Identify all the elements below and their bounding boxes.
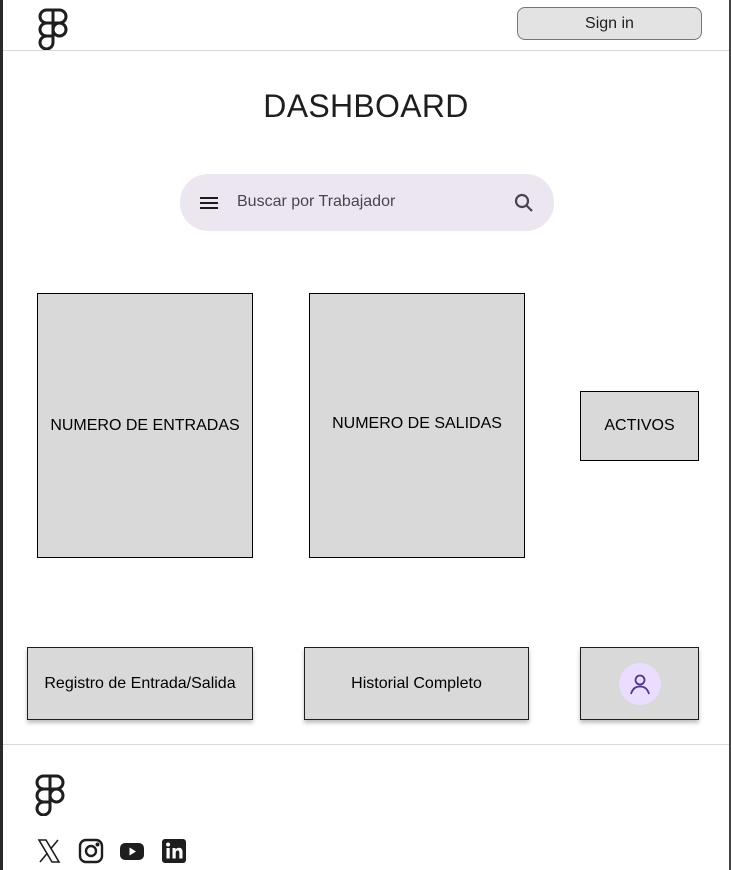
avatar bbox=[618, 662, 661, 705]
figma-logo-icon[interactable] bbox=[34, 774, 66, 816]
instagram-icon[interactable] bbox=[77, 837, 105, 865]
user-profile-button[interactable] bbox=[580, 647, 699, 720]
historial-button-label: Historial Completo bbox=[351, 674, 482, 692]
top-header: Sign in bbox=[3, 0, 729, 51]
activos-card-label: ACTIVOS bbox=[604, 417, 675, 434]
search-input[interactable] bbox=[237, 188, 497, 216]
registro-entrada-salida-button[interactable]: Registro de Entrada/Salida bbox=[27, 647, 253, 720]
search-icon[interactable] bbox=[511, 190, 537, 216]
search-bar bbox=[180, 174, 554, 231]
figma-logo-icon[interactable] bbox=[37, 8, 69, 50]
user-avatar-icon bbox=[629, 674, 650, 694]
historial-completo-button[interactable]: Historial Completo bbox=[304, 647, 529, 720]
window-left-border bbox=[0, 0, 3, 870]
salidas-count-card: NUMERO DE SALIDAS bbox=[309, 293, 525, 558]
salidas-card-label: NUMERO DE SALIDAS bbox=[332, 414, 502, 432]
linkedin-icon[interactable] bbox=[160, 837, 188, 865]
youtube-icon[interactable] bbox=[118, 837, 146, 865]
entradas-count-card: NUMERO DE ENTRADAS bbox=[37, 293, 253, 558]
page-footer bbox=[3, 744, 729, 870]
page-title: DASHBOARD bbox=[263, 88, 469, 124]
activos-card: ACTIVOS bbox=[580, 391, 699, 461]
x-twitter-icon[interactable] bbox=[35, 837, 63, 865]
entradas-card-label: NUMERO DE ENTRADAS bbox=[50, 416, 240, 434]
registro-button-label: Registro de Entrada/Salida bbox=[44, 674, 236, 692]
hamburger-menu-icon[interactable] bbox=[196, 190, 222, 216]
sign-in-button[interactable]: Sign in bbox=[517, 7, 702, 40]
